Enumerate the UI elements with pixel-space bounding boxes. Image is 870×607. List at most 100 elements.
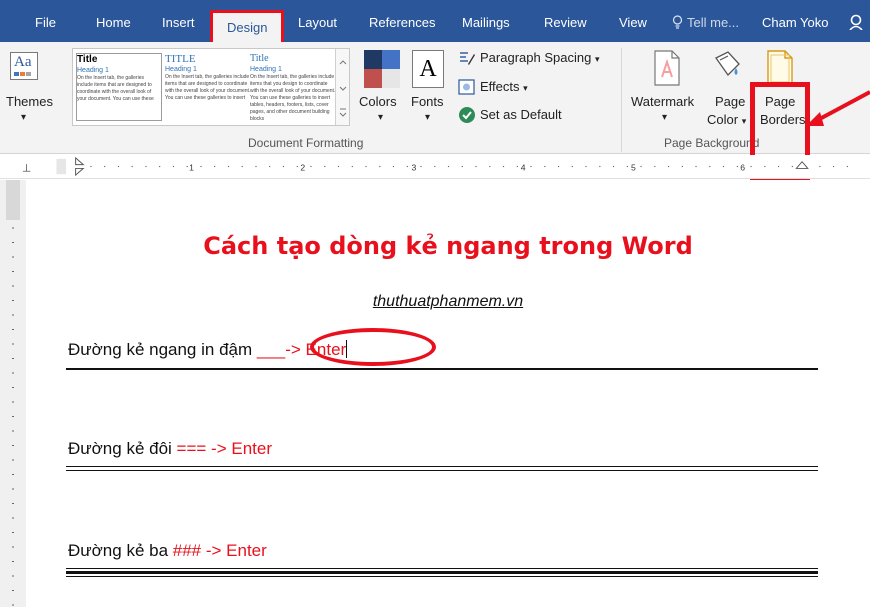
pointer-arrow-icon bbox=[806, 90, 870, 126]
tab-file[interactable]: File bbox=[35, 12, 56, 34]
set-as-default-button[interactable]: Set as Default bbox=[480, 107, 562, 122]
document-site-link[interactable]: thuthuatphanmem.vn bbox=[26, 293, 870, 311]
tab-layout[interactable]: Layout bbox=[298, 12, 337, 34]
ruler-tick bbox=[337, 165, 340, 168]
ruler-mark-label: 6 bbox=[740, 162, 745, 172]
ruler-tick bbox=[709, 165, 711, 168]
watermark-icon[interactable] bbox=[652, 50, 682, 86]
style-set-body: On the Insert tab, the galleries include… bbox=[165, 74, 251, 101]
fonts-button-label[interactable]: Fonts bbox=[411, 94, 444, 109]
document-title: Cách tạo dòng kẻ ngang trong Word bbox=[203, 232, 693, 260]
style-set-item[interactable]: Title Heading 1 On the Insert tab, the g… bbox=[250, 53, 336, 121]
ruler-tick bbox=[695, 165, 697, 168]
ribbon-design: Aa Themes ▾ Title Heading 1 On the Inser… bbox=[0, 42, 870, 181]
ruler-tick bbox=[351, 165, 353, 168]
horizontal-ruler[interactable]: ⊥ 1 2 3 4 5 6 bbox=[0, 155, 870, 179]
ruler-tick bbox=[324, 165, 326, 168]
ruler-tick bbox=[200, 165, 202, 168]
double-rule-bottom bbox=[66, 470, 818, 471]
theme-colors-icon[interactable] bbox=[364, 50, 400, 88]
watermark-button-label[interactable]: Watermark bbox=[631, 94, 694, 109]
tell-me-search[interactable]: Tell me... bbox=[687, 12, 739, 34]
style-set-heading: Heading 1 bbox=[77, 67, 109, 74]
ruler-mark-label: 1 bbox=[189, 162, 194, 172]
ruler-tick bbox=[434, 165, 436, 168]
ruler-tick bbox=[764, 165, 766, 168]
effects-label: Effects bbox=[480, 79, 520, 94]
tab-design[interactable]: Design bbox=[210, 10, 285, 42]
fonts-glyph: A bbox=[419, 56, 437, 82]
lightbulb-icon bbox=[672, 15, 683, 29]
ruler-tick bbox=[819, 165, 821, 168]
ruler-tick bbox=[626, 165, 629, 168]
ruler-tick bbox=[516, 165, 518, 168]
line-text: Đường kẻ ba bbox=[68, 541, 173, 560]
ruler-tick bbox=[186, 165, 188, 168]
line-code: ### bbox=[172, 541, 202, 560]
ruler-tick bbox=[214, 165, 216, 168]
tab-home[interactable]: Home bbox=[96, 12, 131, 34]
style-set-body: On the Insert tab, the galleries include… bbox=[250, 74, 336, 121]
tab-stop-selector-icon[interactable]: ⊥ bbox=[22, 162, 31, 174]
line-code: ___ bbox=[256, 340, 286, 359]
group-separator bbox=[621, 48, 622, 152]
ruler-tick bbox=[90, 165, 92, 168]
person-icon[interactable] bbox=[849, 14, 865, 30]
ruler-tick bbox=[447, 165, 450, 168]
tab-review[interactable]: Review bbox=[544, 12, 587, 34]
style-set-title: TITLE bbox=[165, 53, 196, 65]
themes-icon[interactable]: Aa bbox=[10, 52, 38, 80]
themes-button-label[interactable]: Themes bbox=[6, 94, 53, 109]
ruler-tick bbox=[640, 165, 642, 168]
style-set-title: Title bbox=[250, 53, 269, 64]
ruler-tick bbox=[461, 165, 463, 168]
fonts-dropdown-arrow[interactable]: ▾ bbox=[425, 112, 430, 123]
tab-references[interactable]: References bbox=[369, 12, 435, 34]
ruler-tick bbox=[777, 165, 780, 168]
ruler-tick bbox=[502, 165, 505, 168]
themes-dropdown-arrow[interactable]: ▾ bbox=[21, 112, 26, 123]
tab-insert[interactable]: Insert bbox=[162, 12, 195, 34]
page-background-group-label: Page Background bbox=[664, 136, 760, 150]
style-set-heading: Heading 1 bbox=[165, 66, 197, 73]
ruler-tick bbox=[736, 165, 739, 168]
ruler-tick bbox=[379, 165, 381, 168]
colors-button-label[interactable]: Colors bbox=[359, 94, 397, 109]
ruler-tick bbox=[544, 165, 546, 168]
vertical-ruler[interactable] bbox=[0, 180, 26, 607]
page-color-button[interactable]: Color ▾ bbox=[707, 112, 746, 127]
double-rule-top bbox=[66, 466, 818, 467]
user-name[interactable]: Cham Yoko bbox=[762, 12, 829, 34]
line-code: === bbox=[176, 439, 207, 458]
ruler-tick bbox=[392, 165, 395, 168]
gallery-scrollbar[interactable] bbox=[335, 49, 349, 125]
paragraph-spacing-button[interactable]: Paragraph Spacing ▾ bbox=[480, 50, 599, 65]
effects-icon bbox=[458, 79, 475, 95]
ruler-mark-label: 2 bbox=[300, 162, 305, 172]
ruler-tick bbox=[117, 165, 120, 168]
line-text: Đường kẻ đôi bbox=[68, 439, 177, 458]
ruler-tick bbox=[585, 165, 587, 168]
document-page[interactable]: Cách tạo dòng kẻ ngang trong Word thuthu… bbox=[26, 180, 870, 607]
ruler-tick bbox=[750, 165, 752, 168]
style-set-item[interactable]: Title Heading 1 On the Insert tab, the g… bbox=[76, 53, 162, 121]
theme-fonts-icon[interactable]: A bbox=[412, 50, 444, 88]
tab-mailings[interactable]: Mailings bbox=[462, 12, 510, 34]
ruler-mark-label: 5 bbox=[631, 162, 636, 172]
tab-view[interactable]: View bbox=[619, 12, 647, 34]
page-color-icon[interactable] bbox=[712, 50, 742, 86]
effects-button[interactable]: Effects ▾ bbox=[480, 79, 528, 94]
watermark-dropdown-arrow[interactable]: ▾ bbox=[662, 112, 667, 123]
ruler-tick bbox=[667, 165, 670, 168]
page-color-dropdown-arrow: ▾ bbox=[741, 116, 747, 126]
style-set-item[interactable]: TITLE Heading 1 On the Insert tab, the g… bbox=[165, 53, 251, 121]
page-color-label-line2: Color bbox=[707, 112, 739, 127]
ruler-tick bbox=[571, 165, 573, 168]
page-borders-icon[interactable] bbox=[765, 50, 795, 86]
ruler-tick bbox=[599, 165, 601, 168]
ruler-tick bbox=[406, 165, 408, 168]
page-color-label-line1[interactable]: Page bbox=[715, 94, 745, 109]
ruler-tick bbox=[365, 165, 367, 168]
style-set-gallery[interactable]: Title Heading 1 On the Insert tab, the g… bbox=[72, 48, 350, 126]
colors-dropdown-arrow[interactable]: ▾ bbox=[378, 112, 383, 123]
